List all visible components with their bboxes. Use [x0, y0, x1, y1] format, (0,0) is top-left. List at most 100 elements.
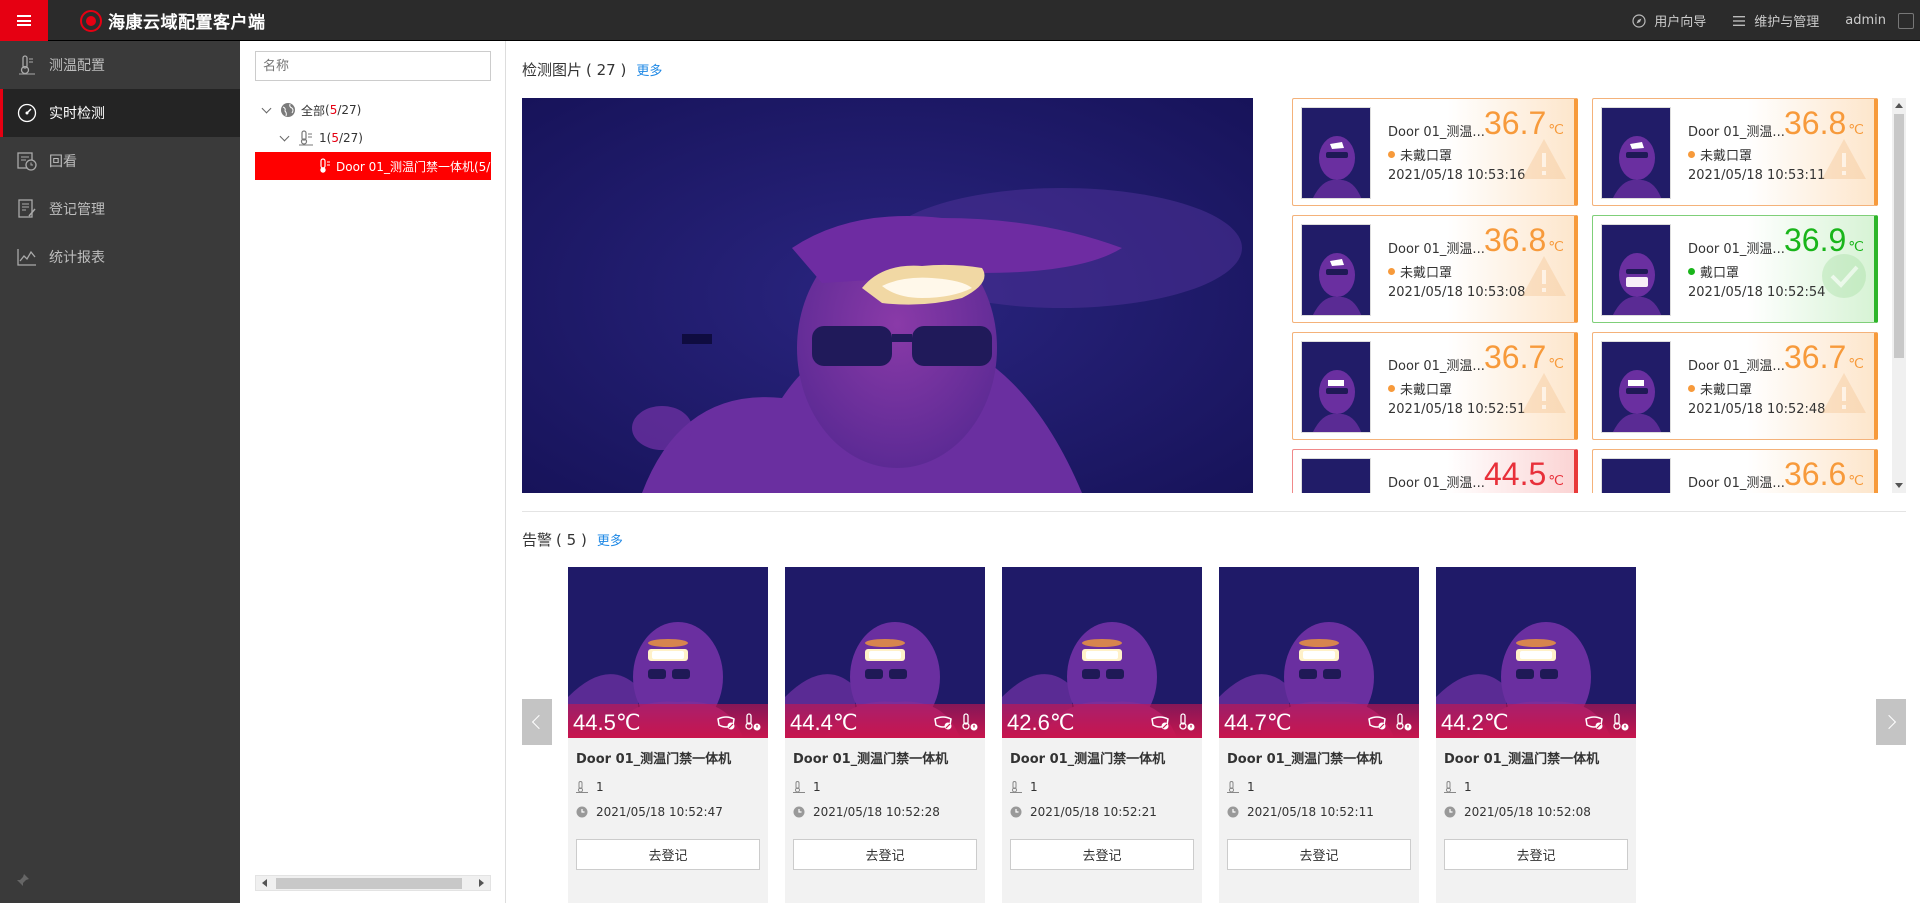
detection-title: 检测图片	[522, 61, 583, 79]
alarm-group: 1	[1444, 780, 1472, 794]
chevron-down-icon[interactable]	[280, 133, 290, 143]
alarm-section-title: 告警 ( 5 ) 更多	[522, 529, 623, 550]
detection-device-name: Door 01_测温...	[1688, 476, 1785, 491]
hamburger-icon	[17, 15, 31, 26]
detection-card-list[interactable]: Door 01_测温... 36.7 ℃ 未戴口罩 2021/05/18 10:5…	[1284, 98, 1892, 493]
sidebar-item-label: 登记管理	[49, 202, 105, 218]
alarm-next-button[interactable]	[1876, 699, 1906, 745]
register-button[interactable]: 去登记	[576, 839, 760, 870]
alarm-time: 2021/05/18 10:52:47	[576, 805, 723, 819]
user-menu[interactable]: admin	[1845, 13, 1886, 28]
alarm-prev-button[interactable]	[522, 699, 552, 745]
chevron-right-icon	[1881, 714, 1897, 730]
thermometer-alert-icon	[962, 713, 978, 731]
checkmark-icon	[1822, 254, 1866, 298]
detection-card[interactable]: Door 01_测温... 44.5 ℃	[1292, 449, 1578, 493]
alarm-card[interactable]: 44.4℃ Door 01_测温门禁一体机 1 2021/05/18 10:52…	[785, 567, 985, 903]
device-group-icon	[576, 781, 588, 793]
alarm-thermal-image[interactable]: 44.5℃	[568, 567, 768, 738]
alarm-card[interactable]: 44.2℃ Door 01_测温门禁一体机 1 2021/05/18 10:52…	[1436, 567, 1636, 903]
pin-icon[interactable]	[16, 873, 30, 887]
detection-device-name: Door 01_测温...	[1688, 242, 1785, 257]
device-group-icon	[793, 781, 805, 793]
warning-icon	[1522, 139, 1566, 179]
tree-horizontal-scrollbar[interactable]	[255, 875, 491, 891]
alarm-more-link[interactable]: 更多	[597, 530, 623, 549]
scroll-left-icon[interactable]	[262, 879, 267, 887]
detection-time: 2021/05/18 10:52:51	[1388, 402, 1526, 417]
detection-thumbnail	[1301, 341, 1371, 433]
sidebar-item-statistics[interactable]: 统计报表	[0, 233, 240, 281]
warning-icon	[1522, 373, 1566, 413]
tree-node-group[interactable]: 1(5/27)	[280, 127, 363, 149]
sidebar-item-label: 测温配置	[49, 58, 105, 74]
scrollbar-thumb[interactable]	[276, 878, 462, 889]
thermal-image	[522, 98, 1253, 493]
detection-card[interactable]: Door 01_测温... 36.9 ℃ 戴口罩 2021/05/18 10:52…	[1592, 215, 1878, 323]
sidebar-item-realtime-detection[interactable]: 实时检测	[0, 89, 240, 137]
chevron-down-icon[interactable]	[262, 105, 272, 115]
alarm-temperature: 44.4℃	[790, 710, 858, 735]
mask-status: 戴口罩	[1688, 262, 1739, 281]
scroll-right-icon[interactable]	[479, 879, 484, 887]
compass-icon	[1632, 13, 1646, 28]
sidebar-item-playback[interactable]: 回看	[0, 137, 240, 185]
tree-node-label: 全部	[301, 103, 326, 118]
device-group-icon	[1444, 781, 1456, 793]
alarm-group: 1	[1010, 780, 1038, 794]
register-button[interactable]: 去登记	[1227, 839, 1411, 870]
alarm-time: 2021/05/18 10:52:08	[1444, 805, 1591, 819]
window-control-icon[interactable]	[1898, 12, 1914, 29]
status-dot-icon	[1688, 385, 1695, 392]
detection-more-link[interactable]: 更多	[636, 60, 662, 79]
sidebar-item-registration[interactable]: 登记管理	[0, 185, 240, 233]
alarm-thermal-image[interactable]: 44.2℃	[1436, 567, 1636, 738]
detection-card[interactable]: Door 01_测温... 36.8 ℃ 未戴口罩 2021/05/18 10:5…	[1592, 98, 1878, 206]
scroll-up-icon[interactable]	[1895, 103, 1903, 108]
detection-time: 2021/05/18 10:53:16	[1388, 168, 1526, 183]
register-icon	[15, 197, 39, 221]
menu-button[interactable]	[0, 0, 48, 41]
alarm-card[interactable]: 42.6℃ Door 01_测温门禁一体机 1 2021/05/18 10:52…	[1002, 567, 1202, 903]
chevron-left-icon	[531, 714, 547, 730]
alarm-thermal-image[interactable]: 42.6℃	[1002, 567, 1202, 738]
tree-node-label: 1	[319, 131, 327, 145]
alarm-device-name: Door 01_测温门禁一体机	[1444, 752, 1600, 767]
detection-vertical-scrollbar[interactable]	[1892, 98, 1906, 493]
thermometer-alert-icon	[1396, 713, 1412, 731]
detection-card[interactable]: Door 01_测温... 36.7 ℃ 未戴口罩 2021/05/18 10:5…	[1292, 98, 1578, 206]
status-dot-icon	[1388, 151, 1395, 158]
tree-search-input[interactable]	[255, 51, 491, 81]
scrollbar-thumb[interactable]	[1894, 114, 1904, 358]
user-guide-link[interactable]: 用户向导	[1632, 11, 1706, 30]
detection-card[interactable]: Door 01_测温... 36.6 ℃	[1592, 449, 1878, 493]
tree-node-device[interactable]: Door 01_测温门禁一体机(5/27)	[255, 152, 491, 180]
live-thermal-view[interactable]	[522, 98, 1253, 493]
top-bar: 海康云域配置客户端 用户向导 维护与管理 admin	[0, 0, 1920, 41]
sidebar-item-temperature-config[interactable]: 测温配置	[0, 41, 240, 89]
register-button[interactable]: 去登记	[1010, 839, 1194, 870]
alarm-time: 2021/05/18 10:52:11	[1227, 805, 1374, 819]
alarm-card[interactable]: 44.7℃ Door 01_测温门禁一体机 1 2021/05/18 10:52…	[1219, 567, 1419, 903]
tree-node-all[interactable]: 全部(5/27)	[262, 99, 361, 121]
alarm-title: 告警	[522, 531, 553, 549]
register-button[interactable]: 去登记	[793, 839, 977, 870]
alarm-device-name: Door 01_测温门禁一体机	[576, 752, 732, 767]
alarm-temperature: 44.5℃	[573, 710, 641, 735]
scroll-down-icon[interactable]	[1895, 483, 1903, 488]
device-group-icon	[1010, 781, 1022, 793]
alarm-thermal-image[interactable]: 44.4℃	[785, 567, 985, 738]
thermometer-alert-icon	[1179, 713, 1195, 731]
mask-status: 未戴口罩	[1388, 379, 1452, 398]
detection-card[interactable]: Door 01_测温... 36.7 ℃ 未戴口罩 2021/05/18 10:5…	[1592, 332, 1878, 440]
detection-card[interactable]: Door 01_测温... 36.7 ℃ 未戴口罩 2021/05/18 10:5…	[1292, 332, 1578, 440]
detection-thumbnail	[1601, 458, 1671, 493]
status-dot-icon	[1388, 268, 1395, 275]
detection-card[interactable]: Door 01_测温... 36.8 ℃ 未戴口罩 2021/05/18 10:5…	[1292, 215, 1578, 323]
status-dot-icon	[1688, 151, 1695, 158]
maintenance-link[interactable]: 维护与管理	[1732, 11, 1819, 30]
device-group-icon	[298, 130, 314, 146]
alarm-thermal-image[interactable]: 44.7℃	[1219, 567, 1419, 738]
alarm-card[interactable]: 44.5℃ Door 01_测温门禁一体机 1 2021/05/18 10:52…	[568, 567, 768, 903]
register-button[interactable]: 去登记	[1444, 839, 1628, 870]
